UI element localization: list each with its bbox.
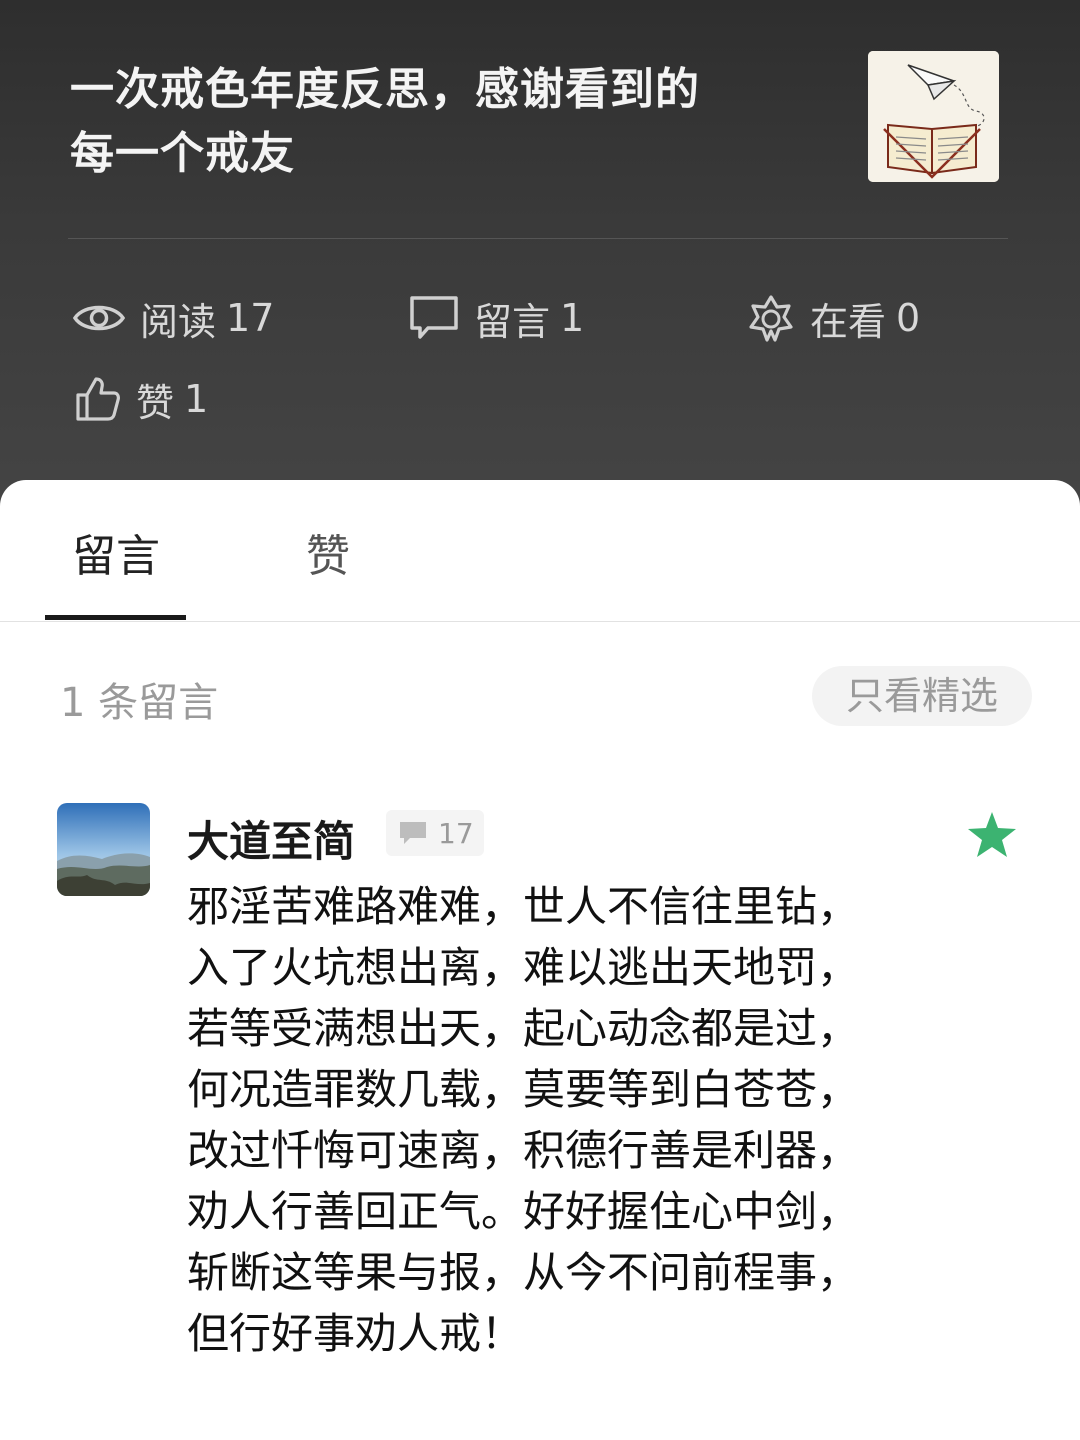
star-outline-icon bbox=[746, 293, 796, 343]
badge-count: 17 bbox=[438, 816, 474, 850]
like-count: 1 bbox=[184, 377, 209, 421]
like-stat[interactable]: 赞 1 bbox=[74, 369, 208, 429]
watching-count: 0 bbox=[896, 296, 921, 340]
eye-icon bbox=[72, 298, 126, 338]
watching-label: 在看 bbox=[810, 299, 887, 344]
comment-line: 但行好事劝人戒！ bbox=[187, 1309, 524, 1358]
article-title-line: 一次戒色年度反思，感谢看到的 bbox=[70, 64, 700, 115]
comment-line: 邪淫苦难路难难，世人不信往里钻， bbox=[187, 882, 860, 931]
comment-line: 若等受满想出天，起心动念都是过， bbox=[187, 1004, 860, 1053]
read-stat: 阅读 17 bbox=[72, 288, 274, 348]
like-label: 赞 bbox=[136, 380, 175, 425]
read-count: 17 bbox=[226, 296, 275, 340]
interaction-panel: 留言 赞 1 条留言 只看精选 大道至简 17 邪淫苦难路难难，世人不信往里钻，… bbox=[0, 480, 1080, 1440]
avatar[interactable] bbox=[57, 803, 150, 896]
tab-comments[interactable]: 留言 bbox=[72, 520, 160, 584]
active-tab-indicator bbox=[45, 615, 186, 620]
comment-bubble-icon bbox=[408, 294, 460, 342]
featured-only-button[interactable]: 只看精选 bbox=[812, 666, 1032, 726]
tab-likes[interactable]: 赞 bbox=[306, 520, 350, 584]
thumbs-up-icon bbox=[74, 375, 122, 423]
comment-line: 劝人行善回正气。好好握住心中剑， bbox=[187, 1187, 860, 1236]
comment-author[interactable]: 大道至简 bbox=[187, 808, 355, 869]
comment-line: 何况造罪数几载，莫要等到白苍苍， bbox=[187, 1065, 860, 1114]
read-label: 阅读 bbox=[140, 299, 217, 344]
comment-label: 留言 bbox=[474, 299, 551, 344]
comment-count: 1 bbox=[560, 296, 585, 340]
comment-stat[interactable]: 留言 1 bbox=[408, 288, 584, 348]
featured-star-icon[interactable] bbox=[966, 810, 1018, 864]
article-thumbnail[interactable] bbox=[868, 51, 999, 182]
comment-line: 斩断这等果与报，从今不问前程事， bbox=[187, 1248, 860, 1297]
comment-count-badge: 17 bbox=[386, 810, 484, 856]
header-divider bbox=[68, 238, 1008, 239]
comment-text: 邪淫苦难路难难，世人不信往里钻， 入了火坑想出离，难以逃出天地罚， 若等受满想出… bbox=[187, 876, 927, 1364]
comment-line: 入了火坑想出离，难以逃出天地罚， bbox=[187, 943, 860, 992]
message-icon bbox=[398, 820, 428, 846]
tabs-divider bbox=[0, 621, 1080, 622]
comment-count-label: 1 条留言 bbox=[60, 680, 219, 726]
article-title-line: 每一个戒友 bbox=[70, 128, 295, 179]
comment-line: 改过忏悔可速离，积德行善是利器， bbox=[187, 1126, 860, 1175]
article-title: 一次戒色年度反思，感谢看到的 每一个戒友 bbox=[70, 58, 830, 186]
book-paper-plane-icon bbox=[868, 51, 999, 182]
watching-stat[interactable]: 在看 0 bbox=[746, 288, 920, 348]
article-header: 一次戒色年度反思，感谢看到的 每一个戒友 阅读 17 留言 1 在看 0 赞 1 bbox=[0, 0, 1080, 500]
